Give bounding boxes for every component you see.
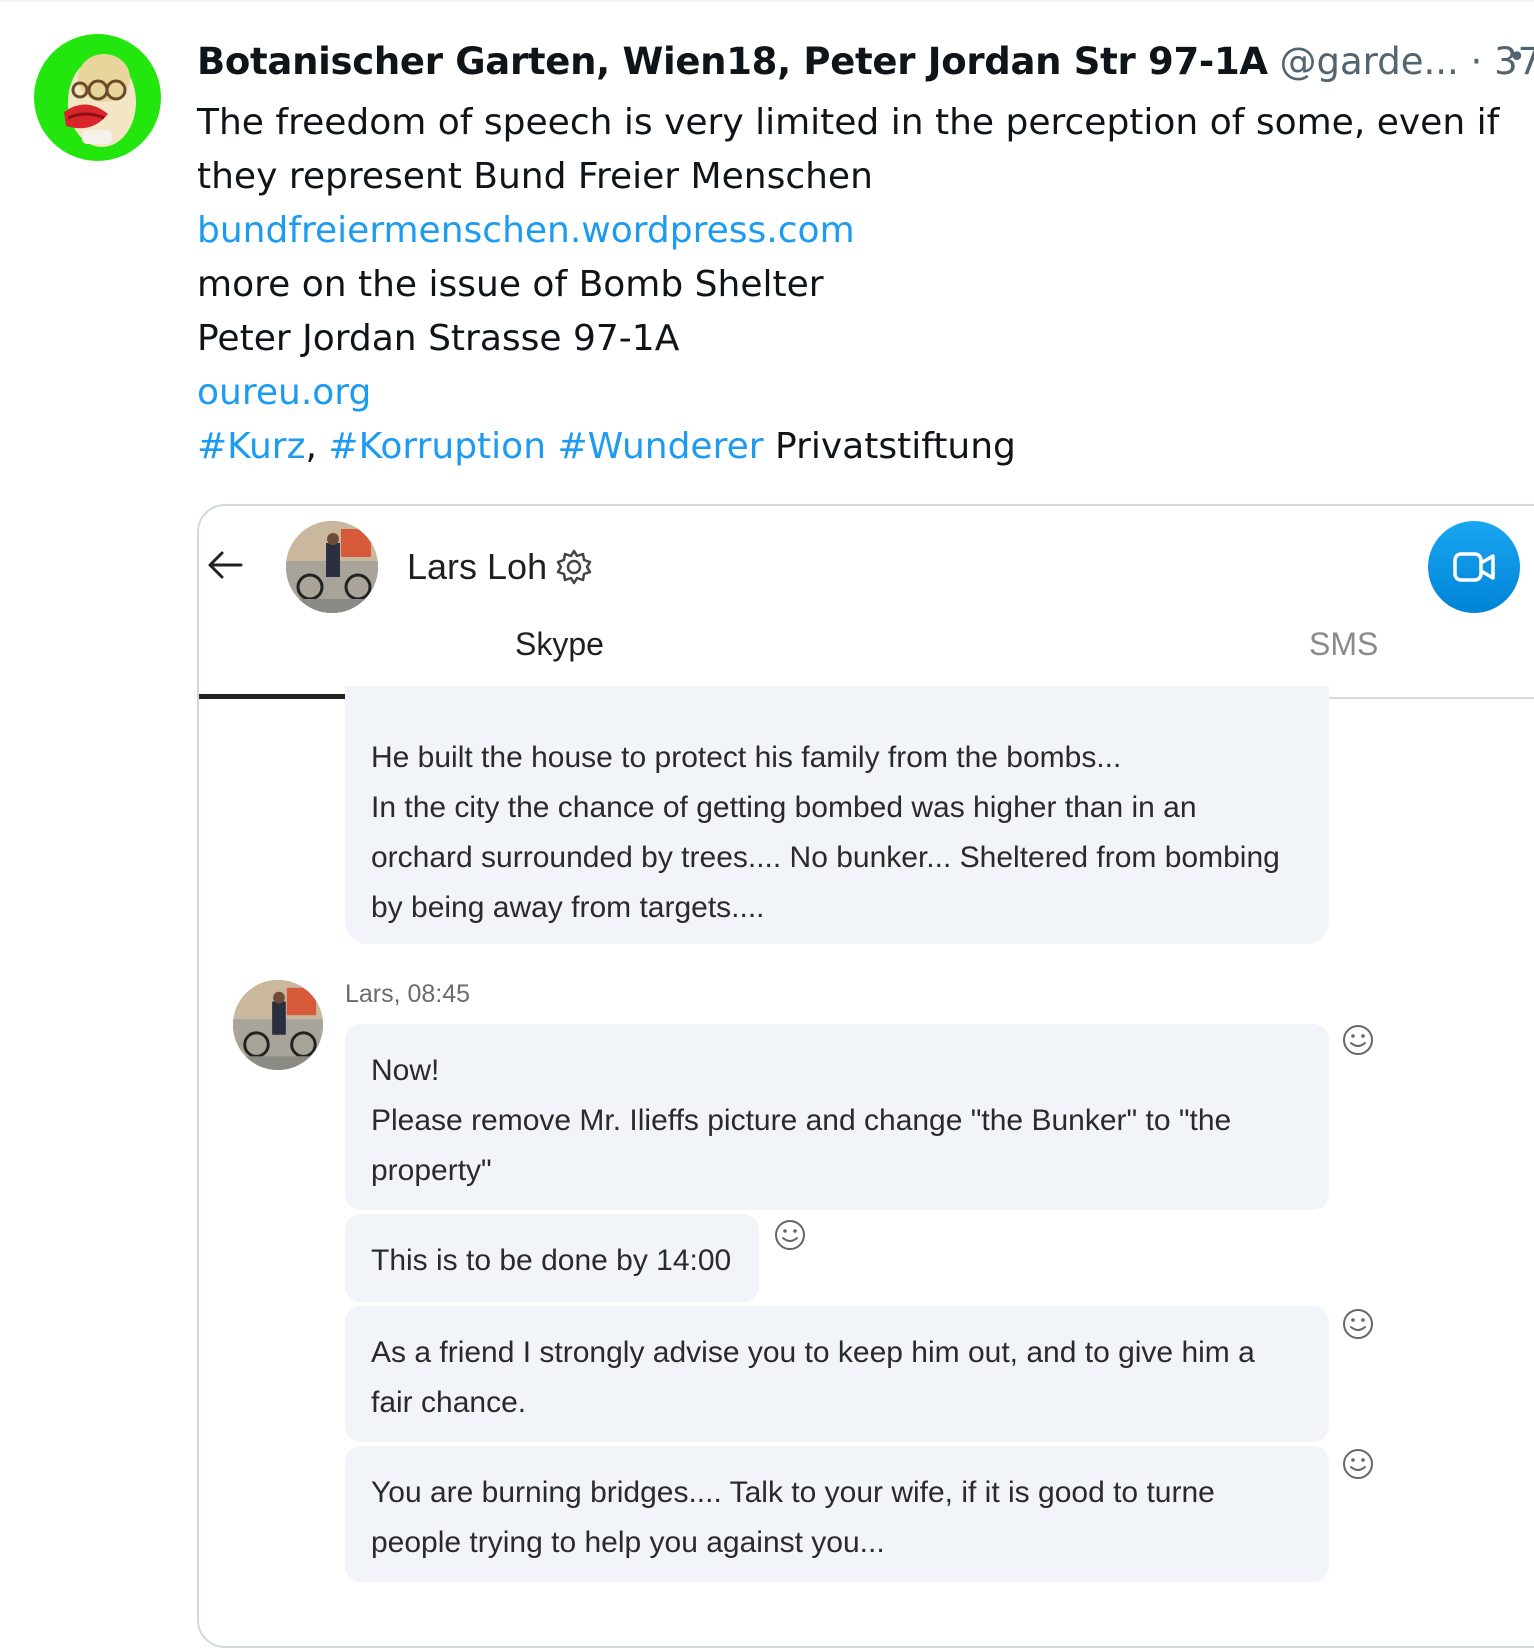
more-horizontal-icon[interactable]: ••: [1508, 40, 1534, 75]
contact-avatar-image: [286, 521, 378, 613]
tweet-text-line: more on the issue of Bomb Shelter: [197, 264, 824, 305]
back-arrow-icon[interactable]: [207, 550, 243, 580]
author-avatar-image: [64, 54, 136, 147]
message-sender-time: Lars, 08:45: [345, 980, 471, 1008]
tweet-link-bundfreiermenschen[interactable]: bundfreiermenschen.wordpress.com: [197, 204, 1517, 258]
message-bubble[interactable]: Now! Please remove Mr. Ilieffs picture a…: [345, 1024, 1329, 1210]
top-divider: [0, 0, 1534, 2]
message-bubble[interactable]: He built the house to protect his family…: [345, 686, 1329, 944]
video-camera-icon: [1453, 552, 1495, 582]
tweet-hashtag-line: #Kurz, #Korruption #Wunderer Privatstift…: [197, 420, 1517, 474]
hashtag-kurz[interactable]: #Kurz: [197, 426, 306, 467]
message-line: fair chance.: [371, 1386, 527, 1419]
message-line: people trying to help you against you...: [371, 1526, 885, 1559]
tweet-link-oureu[interactable]: oureu.org: [197, 366, 1517, 420]
message-bubble[interactable]: You are burning bridges.... Talk to your…: [345, 1446, 1329, 1582]
tab-sms[interactable]: SMS: [1309, 626, 1378, 663]
message-line: This is to be done by 14:00: [371, 1244, 732, 1277]
message-line: You are burning bridges.... Talk to your…: [371, 1476, 1215, 1509]
author-avatar[interactable]: [34, 34, 161, 161]
tweet-text-line: Peter Jordan Strasse 97-1A: [197, 318, 680, 359]
gear-icon[interactable]: [555, 548, 593, 586]
sender-avatar-image: [233, 980, 323, 1070]
hashtag-comma: ,: [305, 426, 317, 467]
tweet-text-line: The freedom of speech is very limited in…: [197, 102, 1500, 143]
tweet-text-line: they represent Bund Freier Menschen: [197, 156, 873, 197]
message-line: As a friend I strongly advise you to kee…: [371, 1336, 1255, 1369]
contact-avatar[interactable]: [286, 521, 378, 613]
smiley-reaction-icon[interactable]: [1341, 1447, 1375, 1481]
smiley-reaction-icon[interactable]: [1341, 1023, 1375, 1057]
video-call-button[interactable]: [1428, 521, 1520, 613]
message-line: He built the house to protect his family…: [371, 741, 1122, 774]
hashtag-wunderer[interactable]: #Wunderer: [557, 426, 763, 467]
contact-name[interactable]: Lars Loh: [407, 546, 547, 588]
message-line: orchard surrounded by trees.... No bunke…: [371, 841, 1280, 874]
tab-skype[interactable]: Skype: [515, 626, 604, 663]
tweet-header: Botanischer Garten, Wien18, Peter Jordan…: [197, 40, 1534, 88]
message-line: property": [371, 1154, 492, 1187]
author-handle[interactable]: @garde...: [1280, 40, 1459, 83]
smiley-reaction-icon[interactable]: [1341, 1307, 1375, 1341]
smiley-reaction-icon[interactable]: [773, 1218, 807, 1252]
header-separator: ·: [1470, 40, 1483, 83]
message-bubble[interactable]: As a friend I strongly advise you to kee…: [345, 1306, 1329, 1442]
tweet-trailing-word: Privatstiftung: [775, 426, 1016, 467]
tweet-text: The freedom of speech is very limited in…: [197, 96, 1517, 474]
hashtag-korruption[interactable]: #Korruption: [328, 426, 546, 467]
author-name[interactable]: Botanischer Garten, Wien18, Peter Jordan…: [197, 40, 1268, 83]
sender-avatar[interactable]: [233, 980, 323, 1070]
message-line: by being away from targets....: [371, 891, 765, 924]
message-line: Now!: [371, 1054, 440, 1087]
message-line: In the city the chance of getting bombed…: [371, 791, 1197, 824]
message-bubble[interactable]: This is to be done by 14:00: [345, 1214, 759, 1302]
attached-screenshot[interactable]: Lars Loh Skype SMS He built the house to…: [197, 504, 1534, 1648]
message-line: Please remove Mr. Ilieffs picture and ch…: [371, 1104, 1232, 1137]
